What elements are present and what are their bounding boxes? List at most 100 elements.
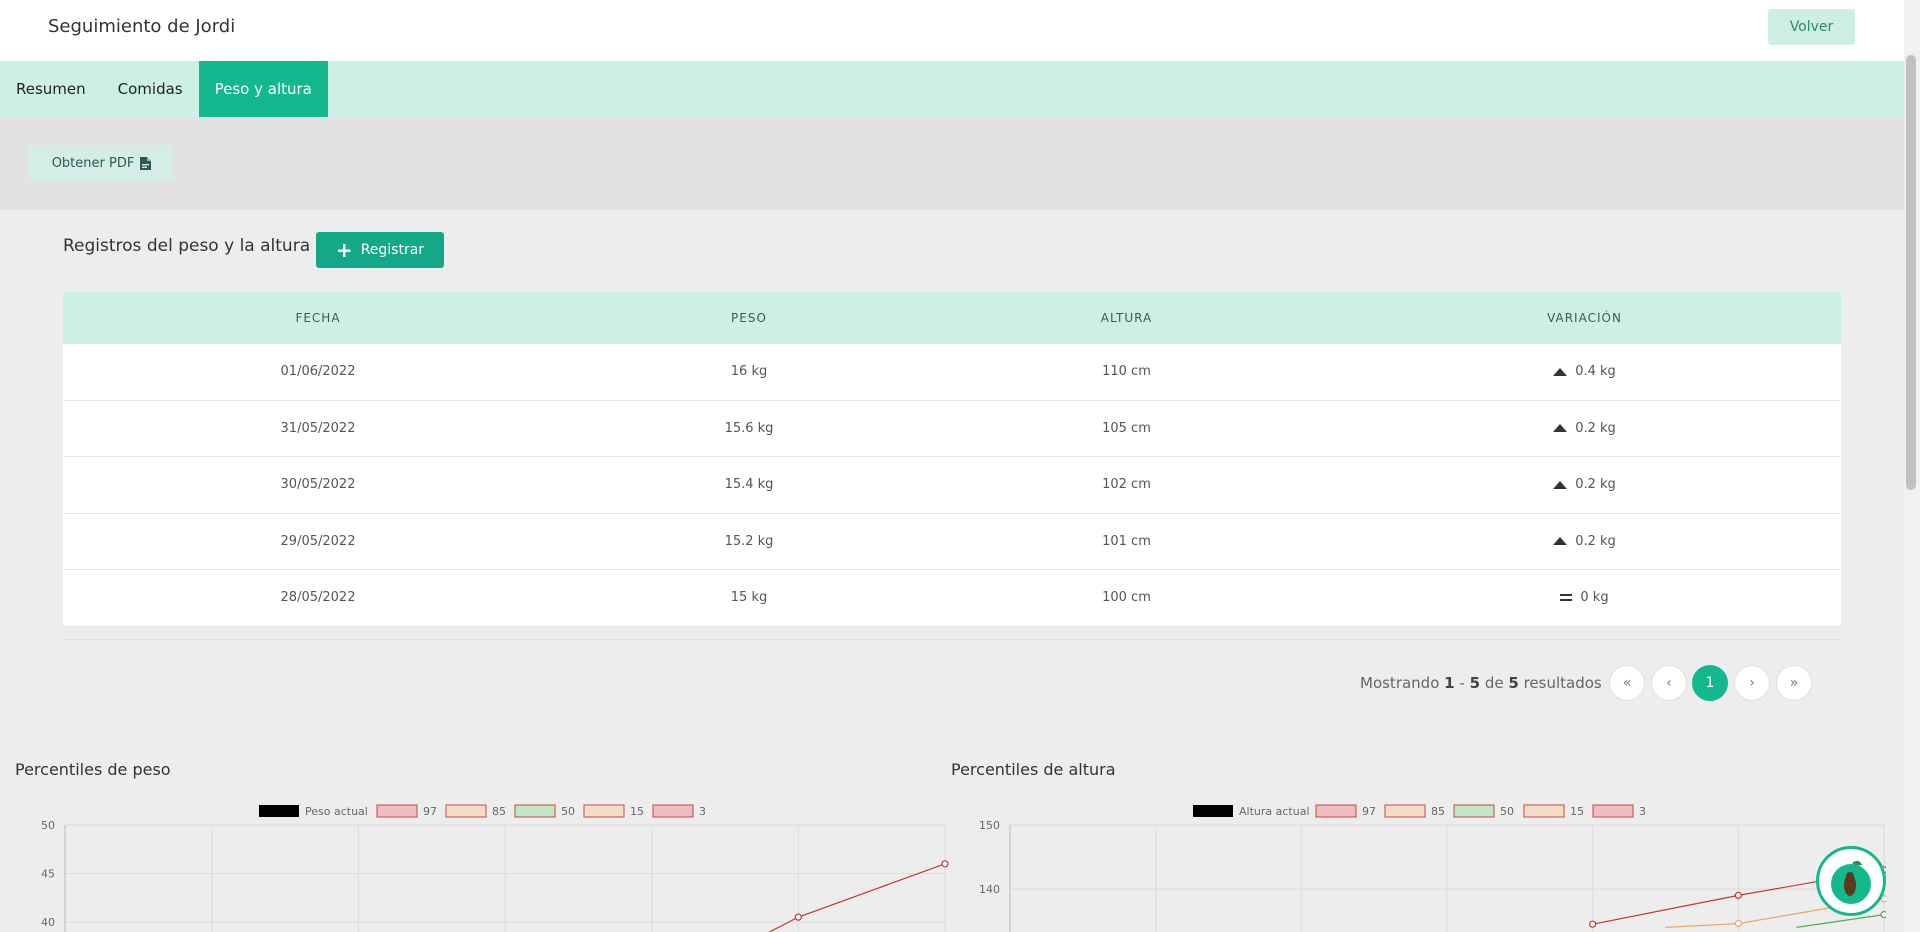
top-bar: Seguimiento de Jordi Volver: [0, 0, 1904, 61]
data-point-97: [794, 913, 802, 921]
scrollbar-thumb[interactable]: [1906, 55, 1916, 490]
legend-swatch: [445, 804, 487, 818]
cell-peso: 16 kg: [730, 364, 768, 380]
caret-up-icon: [1553, 537, 1568, 545]
data-point-97: [1589, 920, 1597, 928]
cell-altura: 100 cm: [1102, 590, 1151, 606]
legend-label: 50: [561, 805, 575, 818]
page-1-button[interactable]: 1: [1692, 665, 1728, 701]
file-pdf-icon: [140, 156, 152, 170]
pagination-to: 5: [1469, 674, 1481, 692]
table-row: 01/06/2022 16 kg 110 cm 0.4 kg: [63, 344, 1841, 401]
variation-value: 0.2 kg: [1575, 420, 1616, 436]
cell-altura: 102 cm: [1102, 477, 1151, 493]
cell-variacion: 0 kg: [1328, 590, 1841, 605]
equal-icon: [1560, 594, 1573, 602]
records-table: FECHA PESO ALTURA VARIACIÓN 01/06/2022 1…: [63, 292, 1841, 627]
legend-swatch: [376, 804, 418, 818]
next-page-button[interactable]: ›: [1734, 665, 1770, 701]
cell-variacion: 0.2 kg: [1328, 477, 1841, 493]
legend-label: 85: [1431, 805, 1445, 818]
cell-peso: 15.4 kg: [724, 477, 774, 493]
variation-value: 0.2 kg: [1575, 533, 1616, 549]
legend-swatch: [583, 804, 625, 818]
legend-swatch: [652, 804, 694, 818]
cell-peso: 15 kg: [730, 590, 768, 606]
caret-up-icon: [1553, 480, 1568, 489]
legend-label: 3: [1639, 805, 1646, 818]
back-button[interactable]: Volver: [1768, 9, 1855, 45]
legend-swatch: [259, 805, 299, 817]
cell-fecha: 31/05/2022: [280, 420, 356, 436]
height-percentile-chart: Altura actual 97 85 50 15 3 150 140: [979, 804, 1886, 932]
chevron-left-icon: ‹: [1666, 675, 1672, 691]
pagination-separator: -: [1459, 674, 1465, 692]
cell-peso: 15.2 kg: [724, 533, 774, 549]
table-header: FECHA PESO ALTURA VARIACIÓN: [63, 292, 1841, 344]
legend-label: 15: [630, 805, 644, 818]
table-row: 30/05/2022 15.4 kg 102 cm 0.2 kg: [63, 457, 1841, 514]
last-page-button[interactable]: »: [1776, 665, 1812, 701]
register-button-label: Registrar: [360, 242, 425, 258]
legend-label: 97: [423, 805, 437, 818]
column-header-altura[interactable]: ALTURA: [925, 311, 1328, 325]
pagination-of: de: [1484, 674, 1504, 692]
legend-label: Altura actual: [1239, 805, 1310, 818]
chat-assistant-button[interactable]: [1816, 846, 1886, 916]
cell-fecha: 01/06/2022: [280, 364, 356, 380]
series-line-50: [1796, 914, 1885, 928]
legend-label: 50: [1500, 805, 1514, 818]
data-point-85: [1734, 919, 1742, 928]
table-row: 29/05/2022 15.2 kg 101 cm 0.2 kg: [63, 513, 1841, 570]
legend-label: 85: [492, 805, 506, 818]
table-divider: [63, 639, 1841, 640]
pdf-toolbar: Obtener PDF: [0, 117, 1904, 210]
pagination-suffix: resultados: [1523, 674, 1602, 692]
column-header-fecha[interactable]: FECHA: [63, 311, 573, 325]
column-header-peso[interactable]: PESO: [573, 311, 925, 325]
get-pdf-label: Obtener PDF: [51, 155, 135, 171]
prev-page-button[interactable]: ‹: [1651, 665, 1687, 701]
y-tick-label: 50: [41, 819, 55, 832]
weight-percentile-chart: Peso actual 97 85 50 15 3 50 45 40: [41, 804, 949, 932]
weight-chart-title: Percentiles de peso: [15, 760, 171, 779]
legend-label: Peso actual: [305, 805, 368, 818]
legend-swatch: [1315, 804, 1357, 818]
cell-fecha: 28/05/2022: [280, 590, 356, 606]
column-header-variacion[interactable]: VARIACIÓN: [1328, 311, 1841, 325]
y-tick-label: 40: [41, 916, 55, 929]
pagination-summary: Mostrando 1 - 5 de 5 resultados: [1360, 674, 1602, 692]
pagination-prefix: Mostrando: [1360, 674, 1440, 692]
legend-swatch: [1453, 804, 1495, 818]
tab-comidas[interactable]: Comidas: [102, 61, 199, 117]
legend-swatch: [514, 804, 556, 818]
pagination-total: 5: [1508, 674, 1519, 692]
page-title: Seguimiento de Jordi: [48, 16, 236, 37]
data-point-97: [941, 860, 949, 868]
y-tick-label: 45: [41, 868, 55, 881]
variation-value: 0.4 kg: [1575, 364, 1616, 379]
cell-altura: 101 cm: [1102, 533, 1151, 549]
legend-label: 3: [699, 805, 706, 818]
pagination-from: 1: [1444, 674, 1455, 692]
variation-value: 0 kg: [1580, 590, 1609, 606]
caret-up-icon: [1553, 424, 1568, 432]
data-point-50: [1880, 911, 1886, 919]
variation-value: 0.2 kg: [1575, 477, 1616, 492]
tab-resumen[interactable]: Resumen: [0, 61, 102, 117]
tab-peso-y-altura[interactable]: Peso y altura: [198, 61, 328, 117]
get-pdf-button[interactable]: Obtener PDF: [29, 145, 174, 181]
y-tick-label: 150: [979, 819, 1000, 832]
first-page-button[interactable]: «: [1609, 665, 1645, 701]
cell-variacion: 0.2 kg: [1328, 534, 1841, 550]
cell-variacion: 0.4 kg: [1328, 364, 1841, 380]
table-row: 31/05/2022 15.6 kg 105 cm 0.2 kg: [63, 400, 1841, 457]
legend-swatch: [1193, 805, 1233, 817]
data-point-97: [1734, 891, 1742, 900]
register-button[interactable]: + Registrar: [316, 232, 444, 268]
cell-altura: 110 cm: [1102, 364, 1151, 380]
y-tick-label: 140: [979, 883, 1000, 896]
legend-swatch: [1523, 804, 1565, 818]
height-chart-title: Percentiles de altura: [951, 760, 1116, 779]
legend-label: 97: [1362, 805, 1376, 818]
